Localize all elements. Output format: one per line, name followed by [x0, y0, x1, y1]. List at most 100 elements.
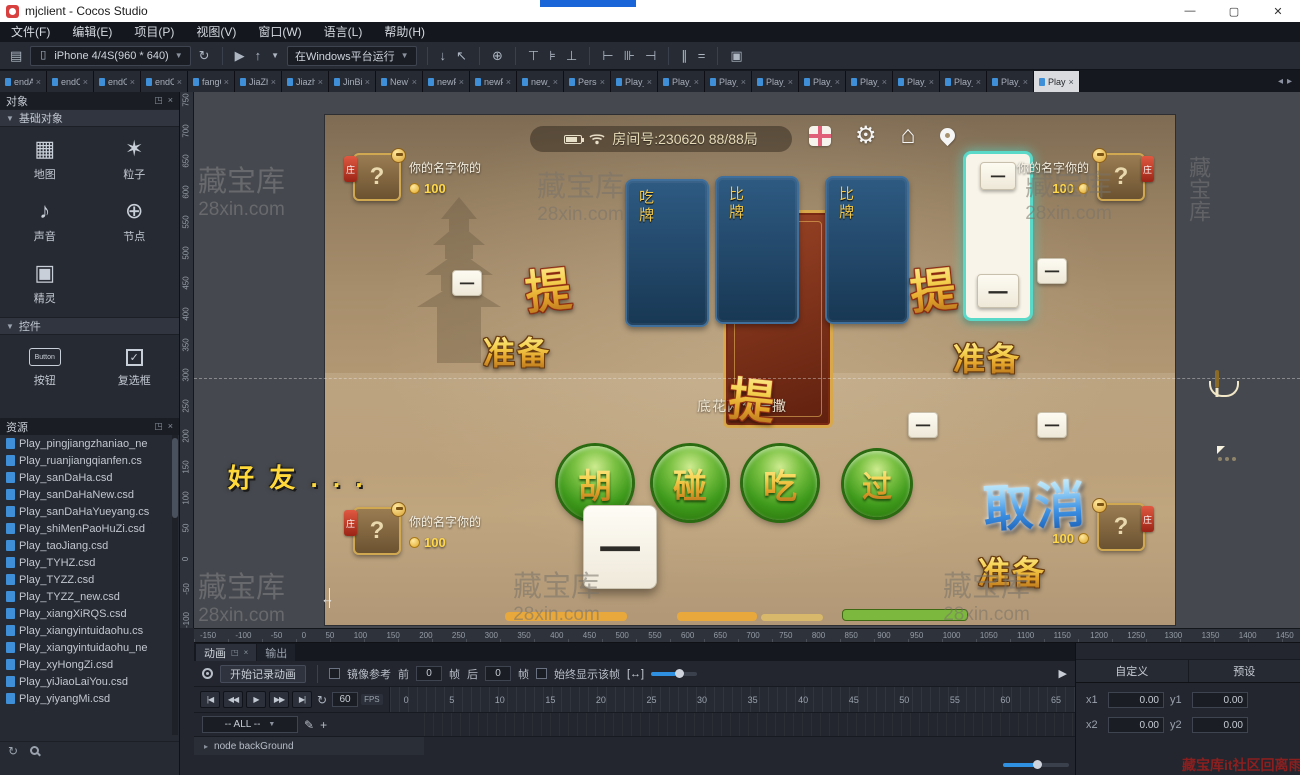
expand-right-icon[interactable]: ▶: [1059, 667, 1067, 680]
tile[interactable]: 一: [1037, 412, 1067, 438]
edit-icon[interactable]: ✎: [304, 718, 314, 732]
peng-button[interactable]: 碰: [653, 446, 727, 520]
avatar[interactable]: ? 庄: [1097, 153, 1145, 201]
menu-item[interactable]: 语言(L): [313, 22, 374, 42]
editor-tab[interactable]: Play_M ×: [752, 71, 799, 92]
align-hcenter-icon[interactable]: ⊪: [622, 49, 637, 62]
minimize-button[interactable]: —: [1168, 0, 1212, 22]
editor-tab[interactable]: endOne ×: [94, 71, 141, 92]
close-button[interactable]: ✕: [1256, 0, 1300, 22]
close-panel-icon[interactable]: ×: [244, 648, 249, 657]
menu-item[interactable]: 视图(V): [185, 22, 247, 42]
tab-close-icon[interactable]: ×: [976, 77, 981, 87]
pass-button[interactable]: 过: [844, 451, 910, 517]
after-frames-input[interactable]: [485, 666, 511, 681]
select-tool-icon[interactable]: ↖: [454, 49, 469, 62]
tab-preset[interactable]: 预设: [1188, 660, 1300, 682]
next-frame-button[interactable]: ▶▶: [269, 691, 289, 708]
action-card[interactable]: 比牌: [825, 176, 909, 324]
tab-close-icon[interactable]: ×: [365, 77, 370, 87]
tab-close-icon[interactable]: ×: [271, 77, 276, 87]
tab-close-icon[interactable]: ×: [177, 77, 182, 87]
expander-icon[interactable]: ▸: [204, 742, 208, 751]
tab-close-icon[interactable]: ×: [835, 77, 840, 87]
editor-tab[interactable]: JinBibu ×: [329, 71, 376, 92]
menu-item[interactable]: 帮助(H): [373, 22, 436, 42]
origin-handle[interactable]: ↔: [321, 591, 334, 606]
editor-tab[interactable]: Jiazhu ×: [282, 71, 329, 92]
tab-close-icon[interactable]: ×: [694, 77, 699, 87]
editor-tab[interactable]: endOne ×: [47, 71, 94, 92]
tile[interactable]: 一: [908, 412, 938, 438]
fps-input[interactable]: [332, 692, 358, 707]
resource-file-item[interactable]: Play_sanDaHaNew.csd: [0, 486, 171, 503]
frames-grid[interactable]: [424, 713, 1075, 736]
resource-file-item[interactable]: Play_yiyangMi.csd: [0, 690, 171, 707]
action-card[interactable]: 吃牌: [625, 179, 709, 327]
avatar[interactable]: ? 庄: [1097, 503, 1145, 551]
play-animation-button[interactable]: ▶: [246, 691, 266, 708]
design-canvas[interactable]: 房间号:230620 88/88局 ⚙ ⌂ ? 庄 你的名字你的 100 ? 庄: [194, 92, 1300, 628]
tab-close-icon[interactable]: ×: [647, 77, 652, 87]
tab-close-icon[interactable]: ×: [83, 77, 88, 87]
tab-close-icon[interactable]: ×: [224, 77, 229, 87]
cancel-button[interactable]: 取消: [981, 464, 1089, 541]
palette-item-button[interactable]: Button 按钮: [0, 337, 90, 399]
refresh-icon[interactable]: ↻: [8, 744, 18, 758]
palette-item-map[interactable]: ▦ 地图: [0, 129, 90, 191]
resource-file-item[interactable]: Play_taoJiang.csd: [0, 537, 171, 554]
editor-tab[interactable]: Play ×: [1034, 71, 1080, 92]
palette-item-node[interactable]: ⊕ 节点: [90, 191, 180, 253]
home-icon[interactable]: ⌂: [901, 123, 916, 148]
section-basic-objects[interactable]: ▼ 基础对象: [0, 109, 179, 127]
menu-item[interactable]: 文件(F): [0, 22, 61, 42]
tab-animation[interactable]: 动画 ◳ ×: [196, 644, 256, 661]
align-right-icon[interactable]: ⊣: [643, 49, 658, 62]
start-record-button[interactable]: 开始记录动画: [220, 665, 306, 683]
range-icon[interactable]: [↔]: [627, 668, 644, 680]
avatar[interactable]: ? 庄: [353, 153, 401, 201]
palette-item-sprite[interactable]: ▣ 精灵: [0, 253, 90, 315]
loop-icon[interactable]: ↻: [315, 694, 329, 706]
y1-input[interactable]: [1192, 692, 1248, 708]
tab-close-icon[interactable]: ×: [741, 77, 746, 87]
palette-item-checkbox[interactable]: ✓ 复选框: [90, 337, 180, 399]
float-panel-icon[interactable]: ◳: [154, 421, 163, 432]
timeline-zoom-slider[interactable]: [1003, 763, 1069, 767]
resource-file-item[interactable]: Play_xiangXiRQS.csd: [0, 605, 171, 622]
editor-tab[interactable]: newPlay ×: [423, 71, 470, 92]
resource-file-item[interactable]: Play_TYZZ_new.csd: [0, 588, 171, 605]
menu-item[interactable]: 编辑(E): [61, 22, 123, 42]
resource-file-item[interactable]: Play_shiMenPaoHuZi.csd: [0, 520, 171, 537]
editor-tab[interactable]: endOne ×: [141, 71, 188, 92]
resource-file-item[interactable]: Play_TYHZ.csd: [0, 554, 171, 571]
distribute-h-icon[interactable]: ∥: [679, 49, 690, 62]
run-target-select[interactable]: 在Windows平台运行 ▼: [287, 46, 417, 66]
editor-tab[interactable]: Play_nin ×: [846, 71, 893, 92]
tab-close-icon[interactable]: ×: [130, 77, 135, 87]
scene-export-icon[interactable]: ▤: [8, 49, 24, 62]
resource-file-item[interactable]: Play_pingjiangzhaniao_ne: [0, 435, 171, 452]
resource-file-item[interactable]: Play_TYZZ.csd: [0, 571, 171, 588]
align-top-icon[interactable]: ⊤: [526, 49, 541, 62]
editor-tab[interactable]: NewYea ×: [376, 71, 423, 92]
tab-close-icon[interactable]: ×: [1023, 77, 1028, 87]
editor-tab[interactable]: Play_ch ×: [611, 71, 658, 92]
maximize-button[interactable]: ▢: [1212, 0, 1256, 22]
tab-scroll-right-icon[interactable]: ▸: [1287, 76, 1292, 87]
publish-icon[interactable]: ↑: [253, 49, 264, 62]
y2-input[interactable]: [1192, 717, 1248, 733]
menu-item[interactable]: 项目(P): [123, 22, 185, 42]
resource-file-item[interactable]: Play_yiJiaoLaiYou.csd: [0, 673, 171, 690]
editor-tab[interactable]: Play_na ×: [799, 71, 846, 92]
resource-file-item[interactable]: Play_sanDaHa.csd: [0, 469, 171, 486]
tab-close-icon[interactable]: ×: [553, 77, 558, 87]
tab-custom[interactable]: 自定义: [1076, 660, 1188, 682]
palette-item-particle[interactable]: ✶ 粒子: [90, 129, 180, 191]
tab-close-icon[interactable]: ×: [318, 77, 323, 87]
close-panel-icon[interactable]: ×: [168, 421, 173, 432]
tab-output[interactable]: 输出: [257, 644, 295, 661]
palette-item-sound[interactable]: ♪ 声音: [0, 191, 90, 253]
same-size-icon[interactable]: ▣: [728, 49, 744, 62]
microphone-icon[interactable]: [1215, 370, 1219, 388]
